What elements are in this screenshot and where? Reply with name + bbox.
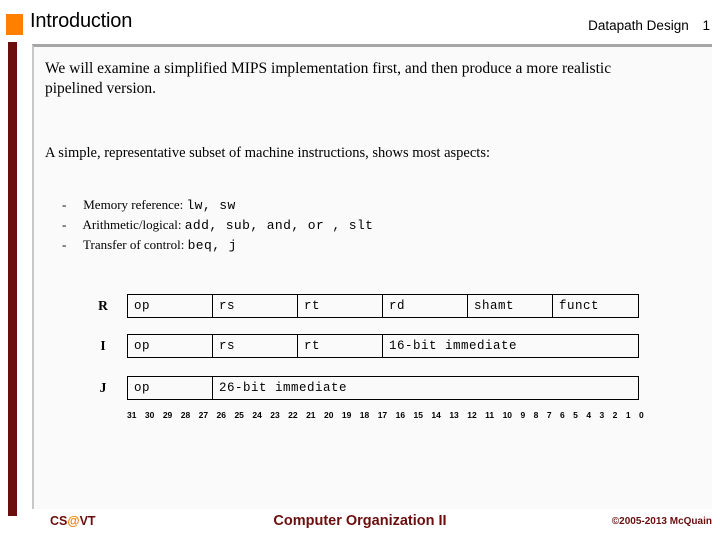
bit-number: 16 xyxy=(395,410,406,420)
format-row-j: J op 26-bit immediate xyxy=(34,374,714,415)
format-field: rs xyxy=(213,335,298,357)
bit-number: 9 xyxy=(520,410,526,420)
slide-content-panel: We will examine a simplified MIPS implem… xyxy=(32,44,712,509)
slide-header: Introduction Datapath Design 1 xyxy=(0,0,720,38)
list-item: - Memory reference: lw, sw xyxy=(62,195,662,215)
format-row-r: R op rs rt rd shamt funct xyxy=(34,292,714,333)
bit-number: 8 xyxy=(533,410,539,420)
bit-number: 2 xyxy=(612,410,618,420)
format-field: rs xyxy=(213,295,298,317)
format-row-i: I op rs rt 16-bit immediate xyxy=(34,332,714,373)
bit-number: 5 xyxy=(573,410,578,420)
format-field: 16-bit immediate xyxy=(389,339,518,353)
list-item-label: Transfer of control: xyxy=(83,237,185,252)
slide-footer: CS@VT Computer Organization II ©2005-201… xyxy=(0,510,720,540)
bit-number: 0 xyxy=(639,410,644,420)
course-topic-label: Datapath Design xyxy=(588,18,689,33)
bit-number: 13 xyxy=(449,410,459,420)
bit-number: 30 xyxy=(144,410,155,420)
format-field: rt xyxy=(298,335,383,357)
list-item: - Arithmetic/logical: add, sub, and, or … xyxy=(62,215,662,235)
intro-paragraph: We will examine a simplified MIPS implem… xyxy=(45,60,612,97)
header-right-group: Datapath Design 1 xyxy=(588,18,710,33)
bit-number: 11 xyxy=(485,410,495,420)
format-field: op xyxy=(128,377,213,399)
bit-number: 6 xyxy=(559,410,565,420)
bit-number: 12 xyxy=(467,410,477,420)
copyright-notice: ©2005-2013 McQuain xyxy=(611,516,712,527)
format-field: op xyxy=(128,295,213,317)
left-accent-bar xyxy=(8,42,17,516)
format-field-strip: op 26-bit immediate xyxy=(127,376,639,400)
bit-number: 29 xyxy=(162,410,173,420)
subset-paragraph: A simple, representative subset of machi… xyxy=(45,145,490,161)
orange-square-bullet-icon xyxy=(6,14,23,35)
bit-number: 1 xyxy=(625,410,631,420)
bit-number: 27 xyxy=(198,410,209,420)
format-field: 26-bit immediate xyxy=(219,381,348,395)
format-field: rd xyxy=(383,295,468,317)
slide-number: 1 xyxy=(702,18,710,33)
format-tag: J xyxy=(99,380,107,395)
instruction-category-list: - Memory reference: lw, sw - Arithmetic/… xyxy=(62,195,662,255)
page-title: Introduction xyxy=(30,10,133,32)
format-field-strip: op rs rt rd shamt funct xyxy=(127,294,639,318)
bit-number: 26 xyxy=(216,410,226,420)
list-item-ops: add, sub, and, or , slt xyxy=(184,218,374,233)
bit-number: 7 xyxy=(546,410,552,420)
bit-number-ruler: 31 30 29 28 27 26 25 24 23 22 21 20 19 18 17 16 15 14 13 12… xyxy=(127,410,644,420)
bit-number: 4 xyxy=(586,410,592,420)
format-field-strip: op rs rt 16-bit immediate xyxy=(127,334,639,358)
list-item-ops: beq, j xyxy=(187,238,237,253)
bit-number: 31 xyxy=(127,410,137,420)
bit-number: 17 xyxy=(377,410,388,420)
dash-marker-icon: - xyxy=(62,197,67,212)
list-item: - Transfer of control: beq, j xyxy=(62,235,662,255)
bit-number: 10 xyxy=(502,410,513,420)
format-field: rt xyxy=(298,295,383,317)
format-field: shamt xyxy=(468,295,553,317)
format-field: op xyxy=(128,335,213,357)
bit-number: 18 xyxy=(359,410,370,420)
format-tag: I xyxy=(100,338,106,353)
dash-marker-icon: - xyxy=(62,237,67,252)
dash-marker-icon: - xyxy=(62,217,67,232)
format-tag: R xyxy=(98,298,108,313)
bit-number: 28 xyxy=(180,410,191,420)
list-item-ops: lw, sw xyxy=(186,198,236,213)
bit-number: 15 xyxy=(413,410,423,420)
bit-number: 24 xyxy=(252,410,262,420)
list-item-label: Memory reference: xyxy=(83,197,184,212)
bit-number: 25 xyxy=(234,410,244,420)
bit-number: 21 xyxy=(306,410,316,420)
bit-number: 20 xyxy=(323,410,334,420)
bit-number: 23 xyxy=(270,410,280,420)
format-field: funct xyxy=(559,299,600,313)
bit-number: 19 xyxy=(341,410,352,420)
bit-number: 22 xyxy=(288,410,298,420)
bit-number: 3 xyxy=(599,410,605,420)
list-item-label: Arithmetic/logical: xyxy=(82,217,182,232)
bit-number: 14 xyxy=(431,410,441,420)
